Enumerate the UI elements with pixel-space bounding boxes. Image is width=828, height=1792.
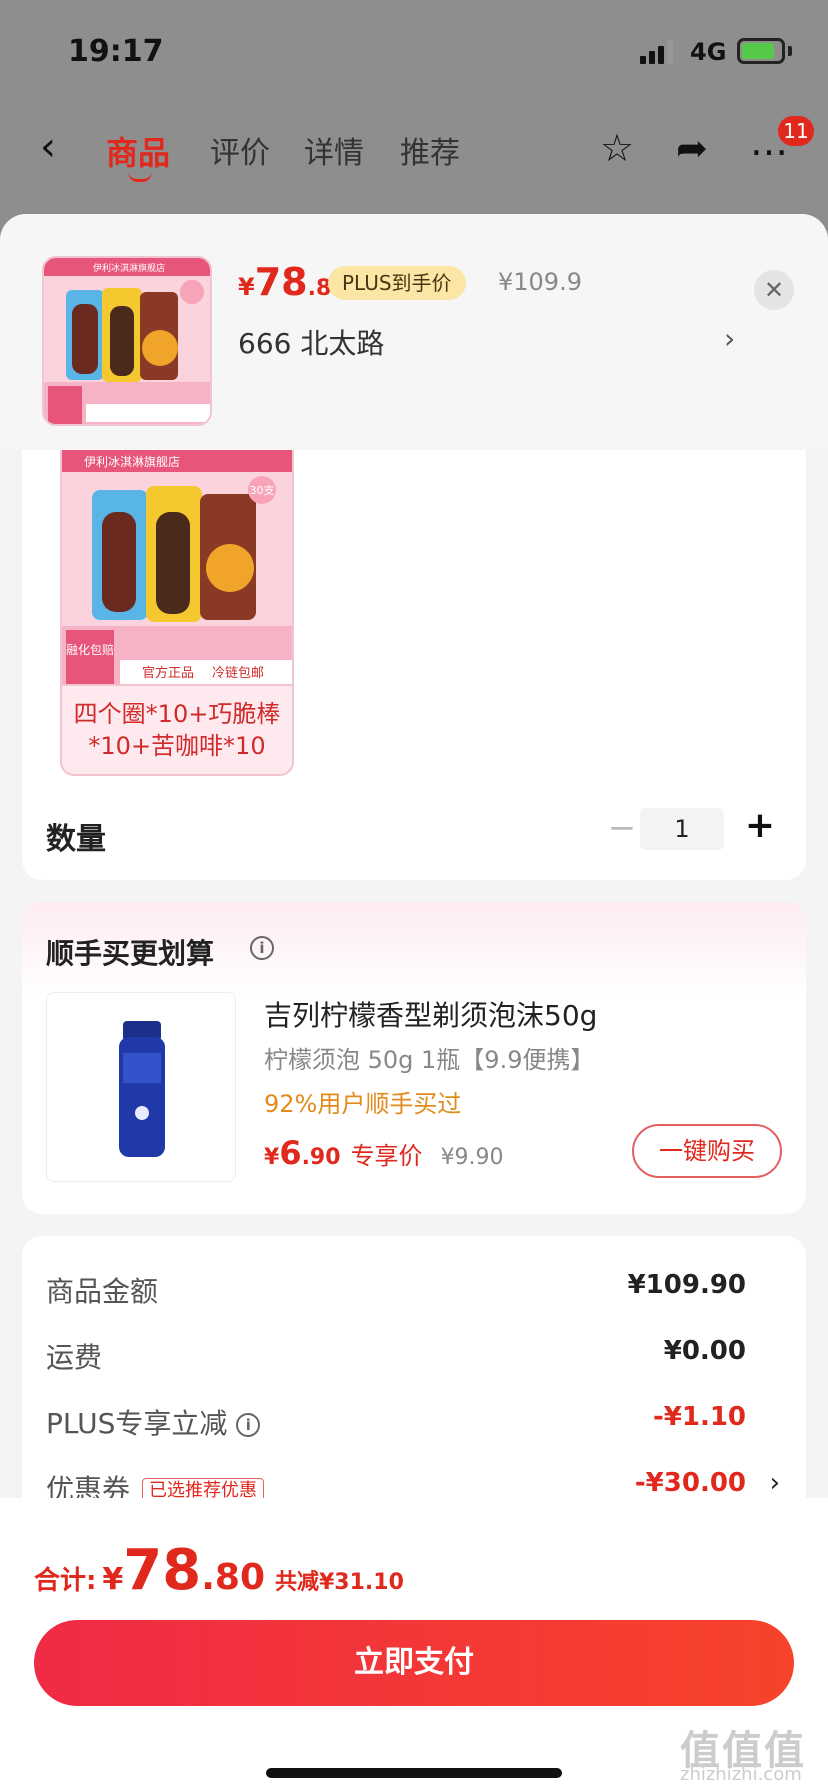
tab-product[interactable]: 商品 [106,128,170,174]
variant-line-2: *10+苦咖啡*10 [88,732,266,760]
footer-c-text: 冷链包邮 [212,666,264,681]
summary-label: 运费 [46,1341,103,1374]
home-indicator [266,1768,562,1778]
upsell-price: ¥ 6 .90 专享价 ¥9.90 [264,1134,504,1172]
total-decimal: .80 [201,1557,265,1598]
delivery-address[interactable]: 666 北太路 [238,322,384,362]
summary-label: PLUS专享立减 i [46,1402,261,1442]
share-icon[interactable]: ➦ [676,126,708,170]
upsell-price-decimal: .90 [301,1145,341,1170]
close-button[interactable]: ✕ [754,270,794,310]
network-label: 4G [690,38,727,66]
pay-now-button[interactable]: 立即支付 [34,1620,794,1706]
quantity-input[interactable]: 1 [640,808,724,850]
upsell-original-price: ¥9.90 [440,1145,504,1170]
summary-row-subtotal: 商品金额 ¥109.90 [46,1270,786,1310]
total-integer: 78 [123,1538,202,1603]
ice-cream-pack-image: 伊利冰淇淋旗舰店 [44,258,210,424]
signal-icon [640,40,676,64]
total-symbol: ¥ [102,1562,124,1597]
battery-icon [737,38,785,64]
upsell-title: 顺手买更划算 [46,937,215,970]
total-savings: 共减¥31.10 [275,1570,404,1595]
product-thumbnail[interactable]: 伊利冰淇淋旗舰店 [42,256,212,426]
variant-line-1: 四个圈*10+巧脆棒 [73,700,281,728]
upsell-product-spec: 柠檬须泡 50g 1瓶【9.9便携】 [264,1046,595,1074]
header-price: ¥ 78 .8 [238,260,331,308]
info-icon[interactable]: i [250,936,274,960]
close-icon: ✕ [763,276,785,304]
upsell-product-image[interactable] [46,992,236,1182]
total-label: 合计: [34,1566,97,1596]
summary-label-text: PLUS专享立减 [46,1407,228,1440]
summary-row-shipping: 运费 ¥0.00 [46,1336,786,1376]
summary-label: 商品金额 [46,1275,159,1308]
summary-row-plus-discount: PLUS专享立减 i -¥1.10 [46,1402,786,1442]
footer-a-text: 融化包赔 [66,642,114,657]
tab-recommend[interactable]: 推荐 [400,128,460,172]
info-icon[interactable]: i [236,1413,261,1437]
thumb-brand-text: 伊利冰淇淋旗舰店 [93,262,165,274]
top-nav: ‹ 商品 评价 详情 推荐 ☆ ➦ … 11 [0,110,828,190]
status-time: 19:17 [68,34,164,69]
variant-option[interactable]: 四个圈*10+巧脆棒 *10+苦咖啡*10 [60,686,294,776]
upsell-price-symbol: ¥ [264,1145,280,1170]
tab-reviews[interactable]: 评价 [210,128,270,172]
variant-image[interactable]: 伊利冰淇淋旗舰店 30支 融化包赔 官方正品 冷链包邮 [60,448,294,686]
tab-active-indicator [128,172,152,182]
tab-details[interactable]: 详情 [304,128,364,172]
one-click-buy-button[interactable]: 一键购买 [632,1124,782,1178]
upsell-buyers-stat: 92%用户顺手买过 [264,1090,462,1118]
upsell-price-tag: 专享价 [350,1142,423,1170]
upsell-product-name[interactable]: 吉列柠檬香型剃须泡沫50g [264,994,597,1034]
star-icon[interactable]: ☆ [600,126,634,170]
watermark-url: zhizhizhi.com [680,1764,802,1785]
quantity-label: 数量 [46,822,106,857]
quantity-increment-button[interactable]: + [738,804,782,848]
original-price: ¥109.9 [498,268,582,296]
summary-value: ¥109.90 [627,1270,746,1300]
total-price: 合计: ¥ 78 .80 共减¥31.10 [34,1538,404,1603]
sheet-header: 伊利冰淇淋旗舰店 ¥ 78 .8 PLUS到手价 ¥109.9 ✕ 666 北太… [0,214,828,450]
checkout-bar: 合计: ¥ 78 .80 共减¥31.10 立即支付 值值值 zhizhizhi… [0,1498,828,1792]
price-symbol: ¥ [238,273,255,301]
variant-brand-text: 伊利冰淇淋旗舰店 [84,454,180,469]
chevron-right-icon[interactable]: › [724,322,735,355]
summary-value: -¥30.00 [634,1468,746,1498]
status-bar: 19:17 4G [0,0,828,100]
upsell-price-integer: 6 [279,1134,302,1172]
quantity-decrement-button[interactable]: − [600,806,644,850]
chevron-right-icon[interactable]: › [770,1468,780,1498]
back-arrow-icon[interactable]: ‹ [40,124,56,170]
price-integer: 78 [254,260,308,304]
upsell-card: 顺手买更划算 i 吉列柠檬香型剃须泡沫50g 柠檬须泡 50g 1瓶【9.9便携… [22,902,806,1214]
message-badge: 11 [778,116,814,146]
plus-price-tag: PLUS到手价 [328,266,466,300]
count-badge-text: 30支 [250,484,275,497]
footer-b-text: 官方正品 [142,665,194,681]
summary-value: -¥1.10 [652,1402,746,1432]
summary-value: ¥0.00 [663,1336,746,1366]
